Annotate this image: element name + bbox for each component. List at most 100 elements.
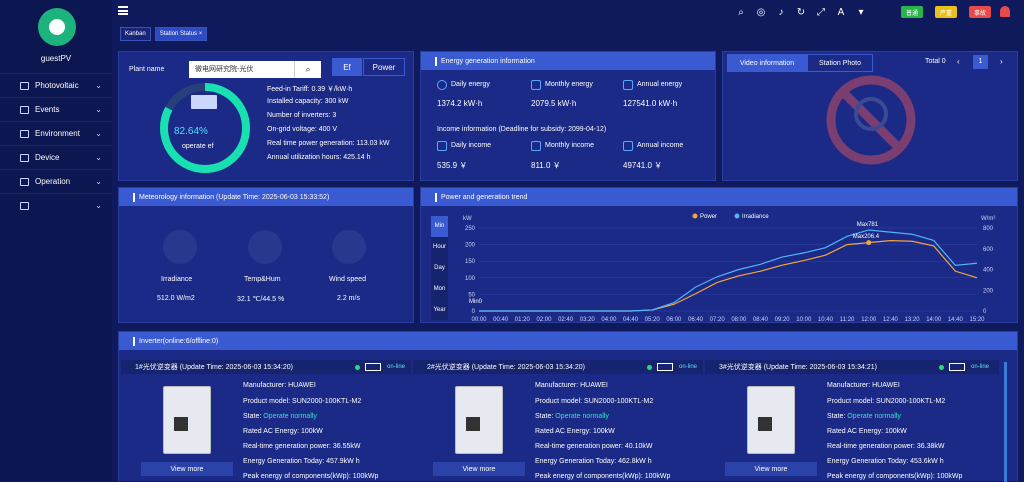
menu-toggle-icon[interactable] — [118, 6, 128, 15]
help-icon[interactable]: ◎ — [753, 5, 769, 19]
view-more-button[interactable]: View more — [433, 462, 525, 476]
document-icon — [20, 201, 29, 210]
plant-panel: Plant name 微电网研究院-光伏 ⌕ Ef Power 82.64% o… — [118, 51, 414, 181]
sidebar-item-environment[interactable]: Environment ⌄ — [0, 121, 112, 145]
period-min[interactable]: Min — [431, 216, 448, 237]
view-more-button[interactable]: View more — [141, 462, 233, 476]
video-panel: Video information Station Photo Total 0 … — [722, 51, 1018, 181]
x-tick-label: 06:40 — [688, 317, 704, 322]
info-installed-capacity: Installed capacity: 300 kW — [267, 98, 349, 105]
power-irradiance-chart: 0 50 100 150 200 250 0 200 400 600 800 00:00 00:40 01… — [463, 213, 995, 322]
daily-energy-value: 1374.2 kW·h — [437, 99, 483, 108]
theme-icon[interactable]: ▾ — [853, 5, 869, 19]
avatar[interactable] — [38, 8, 76, 46]
search-button[interactable]: ⌕ — [294, 61, 321, 78]
meteo-panel-title: Meteorology information (Update Time: 20… — [119, 188, 413, 206]
annotation-max-power: Max206.4 — [853, 234, 880, 240]
series-line-irradiance — [479, 229, 978, 312]
user-menu-icon[interactable] — [1000, 6, 1010, 17]
toolbar-icons: ⌕ ◎ ♪ ↻ ⤢ A ▾ — [733, 5, 873, 19]
operation-icon — [20, 177, 29, 186]
inverter-energy-today: Energy Generation Today: 457.9kW h — [243, 458, 360, 465]
online-status: on-line — [387, 364, 406, 370]
plant-name-value: 微电网研究院-光伏 — [195, 66, 254, 73]
inverter-state: State: Operate normally — [535, 413, 609, 420]
search-icon[interactable]: ⌕ — [733, 5, 749, 19]
tab-station-status[interactable]: Station Status × — [154, 27, 208, 41]
wind-speed-value: 2.2 m/s — [337, 295, 360, 302]
prev-page-icon[interactable]: ‹ — [957, 57, 960, 66]
annotation-max-irradiance: Max781 — [857, 222, 879, 228]
language-icon[interactable]: A — [833, 5, 849, 19]
sidebar-item-events[interactable]: Events ⌄ — [0, 97, 112, 121]
sidebar-item-photovoltaic[interactable]: Photovoltaic ⌄ — [0, 73, 112, 97]
chevron-down-icon: ⌄ — [95, 153, 102, 162]
power-button[interactable]: Power — [363, 58, 405, 76]
x-tick-label: 15:20 — [969, 317, 985, 322]
sidebar-item-device[interactable]: Device ⌄ — [0, 145, 112, 169]
income-title: Income information (Deadline for subsidy… — [437, 126, 607, 133]
sidebar-item-label: Photovoltaic — [35, 81, 79, 90]
next-page-icon[interactable]: › — [1000, 57, 1003, 66]
info-ongrid-voltage: On-grid voltage: 400 V — [267, 126, 338, 133]
online-status: on-line — [971, 364, 990, 370]
legend-irradiance: Irradiance — [742, 214, 769, 220]
inverter-scrollbar[interactable] — [1004, 362, 1007, 482]
daily-energy-label: Daily energy — [451, 81, 490, 88]
y2-tick-label: 600 — [983, 247, 994, 253]
x-tick-label: 14:00 — [926, 317, 942, 322]
video-total: Total 0 — [925, 58, 946, 65]
tab-video-information[interactable]: Video information — [727, 54, 807, 72]
tab-kanban[interactable]: Kanban — [120, 27, 151, 41]
period-year[interactable]: Year — [431, 300, 448, 320]
x-tick-label: 08:00 — [731, 317, 747, 322]
inverter-manufacturer: Manufacturer: HUAWEI — [243, 382, 316, 389]
sidebar-item-operation[interactable]: Operation ⌄ — [0, 169, 112, 193]
inverter-rated-energy: Rated AC Energy: 100kW — [535, 428, 615, 435]
sidebar-item-other[interactable]: ⌄ — [0, 193, 112, 217]
refresh-icon[interactable]: ↻ — [793, 5, 809, 19]
period-hour[interactable]: Hour — [431, 237, 448, 258]
chevron-down-icon: ⌄ — [95, 105, 102, 114]
page-number[interactable]: 1 — [973, 55, 988, 69]
inverter-image — [455, 386, 503, 454]
sidebar: guestPV Photovoltaic ⌄ Events ⌄ Environmen… — [0, 0, 112, 481]
y-tick-label: 250 — [465, 226, 476, 232]
annotation-min: Min0 — [469, 299, 483, 305]
x-tick-label: 02:40 — [558, 317, 574, 322]
chevron-down-icon: ⌄ — [95, 81, 102, 90]
period-selector: Min Hour Day Mon Year — [431, 216, 448, 320]
ef-button[interactable]: Ef — [332, 58, 362, 76]
volume-icon[interactable]: ♪ — [773, 5, 789, 19]
chevron-down-icon: ⌄ — [95, 129, 102, 138]
view-more-button[interactable]: View more — [725, 462, 817, 476]
inverter-panel: Inverter(online:6/offline:0) 1#光伏逆变器 (Up… — [118, 331, 1018, 482]
calendar-icon — [437, 141, 447, 151]
info-inverter-count: Number of inverters: 3 — [267, 112, 337, 119]
daily-income-value: 535.9 ￥ — [437, 161, 468, 170]
page-tabs: Kanban Station Status × — [120, 27, 211, 41]
y2-axis-label: W/m² — [981, 216, 995, 222]
period-day[interactable]: Day — [431, 258, 448, 279]
device-icon — [20, 153, 29, 162]
x-tick-label: 07:20 — [710, 317, 726, 322]
inverter-panel-title: Inverter(online:6/offline:0) — [119, 332, 1017, 350]
daily-income-label: Daily income — [451, 142, 492, 149]
alarm-serious-badge[interactable]: 严重 — [935, 6, 957, 18]
trend-panel: Power and generation trend Min Hour Day … — [420, 187, 1018, 323]
x-tick-label: 05:20 — [645, 317, 661, 322]
x-tick-label: 09:20 — [775, 317, 791, 322]
inverter-rated-energy: Rated AC Energy: 100kW — [243, 428, 323, 435]
inverter-model: Product model: SUN2000-100KTL-M2 — [535, 398, 654, 405]
x-tick-label: 04:00 — [601, 317, 617, 322]
inverter-manufacturer: Manufacturer: HUAWEI — [827, 382, 900, 389]
alarm-normal-badge[interactable]: 普通 — [901, 6, 923, 18]
alarm-accident-badge[interactable]: 事故 — [969, 6, 991, 18]
fullscreen-icon[interactable]: ⤢ — [813, 5, 829, 19]
x-tick-label: 00:00 — [471, 317, 487, 322]
online-dot — [647, 365, 652, 370]
calendar-icon — [531, 80, 541, 90]
period-month[interactable]: Mon — [431, 279, 448, 300]
money-icon — [623, 141, 633, 151]
battery-icon — [365, 363, 381, 371]
